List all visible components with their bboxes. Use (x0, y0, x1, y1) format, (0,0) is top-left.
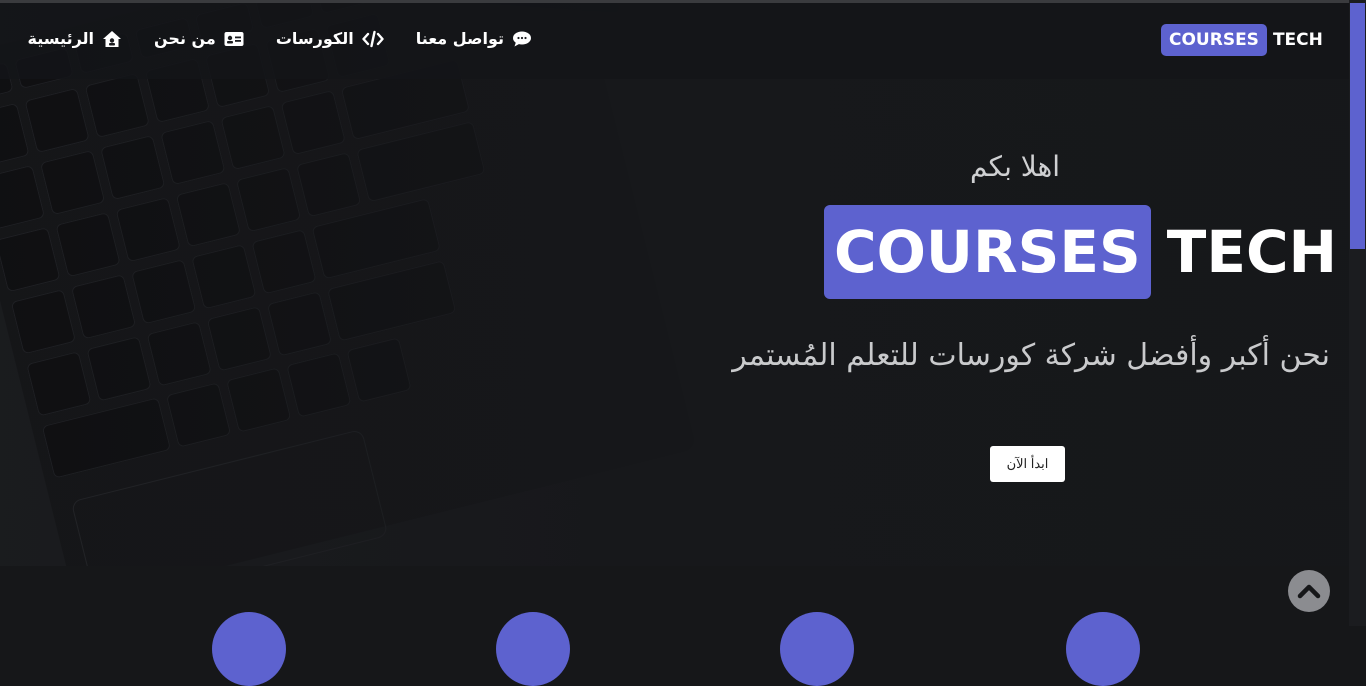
navbar-logo[interactable]: COURSES TECH (1161, 22, 1323, 58)
back-to-top-button[interactable] (1288, 570, 1330, 612)
logo-badge: COURSES (1161, 24, 1267, 56)
start-now-button[interactable]: ابدأ الآن (990, 446, 1065, 482)
hero-greeting: اهلا بكم (969, 150, 1061, 183)
nav-menu: الرئيسية من نحن الكورسات تواصل معنا (28, 29, 532, 48)
feature-icon-circle (496, 612, 570, 686)
chevron-up-icon (1297, 584, 1321, 599)
nav-item-about[interactable]: من نحن (154, 29, 244, 48)
chat-icon (513, 31, 531, 46)
nav-item-label: تواصل معنا (415, 29, 504, 48)
nav-item-contact[interactable]: تواصل معنا (416, 29, 532, 48)
feature-icon-circle (1066, 612, 1140, 686)
nav-item-courses[interactable]: الكورسات (276, 29, 384, 48)
nav-item-home[interactable]: الرئيسية (28, 29, 123, 48)
features-section (0, 566, 1349, 626)
code-icon (361, 30, 384, 47)
hero-logo-word: TECH (1166, 218, 1338, 286)
hero-logo: COURSES TECH (824, 205, 1337, 299)
feature-icon-circle (780, 612, 854, 686)
page-scrollbar[interactable] (1349, 0, 1366, 626)
id-card-icon (224, 31, 244, 46)
nav-item-label: الكورسات (275, 29, 354, 48)
nav-item-label: من نحن (154, 29, 216, 48)
scrollbar-thumb[interactable] (1350, 3, 1365, 249)
hero-tagline: نحن أكبر وأفضل شركة كورسات للتعلم المُست… (732, 338, 1330, 373)
home-icon (103, 30, 122, 47)
navbar: COURSES TECH الرئيسية من نحن الكورسات تو… (0, 3, 1349, 79)
feature-icon-circle (212, 612, 286, 686)
logo-word: TECH (1272, 30, 1323, 50)
hero-logo-badge: COURSES (824, 205, 1151, 299)
nav-item-label: الرئيسية (27, 29, 95, 48)
